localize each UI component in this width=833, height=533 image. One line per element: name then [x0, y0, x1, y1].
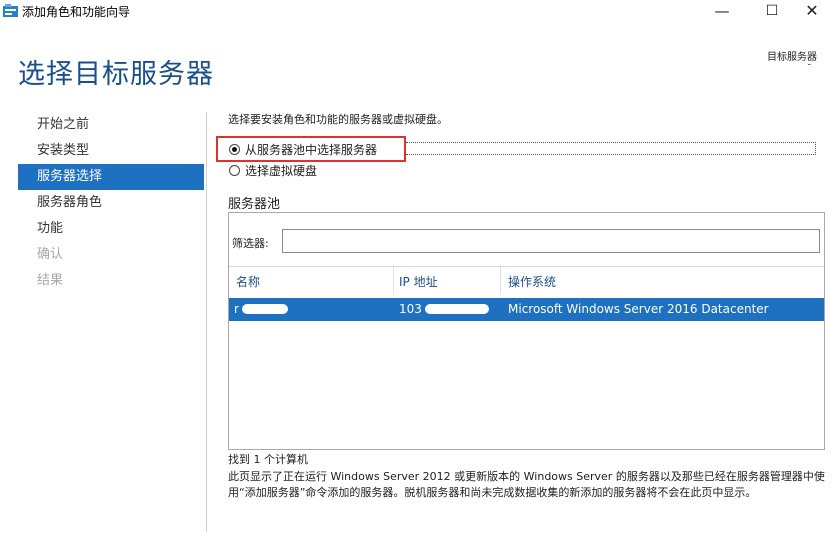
title-bar: 添加角色和功能向导 — ☐ ✕: [0, 0, 833, 26]
nav-item-server-roles[interactable]: 服务器角色: [18, 190, 204, 216]
wizard-nav: 开始之前 安装类型 服务器选择 服务器角色 功能 确认 结果: [18, 112, 204, 294]
filter-input[interactable]: [282, 229, 820, 253]
cell-ip: 103: [399, 302, 422, 316]
nav-item-features[interactable]: 功能: [18, 216, 204, 242]
radio-virtual-disk[interactable]: [229, 165, 240, 176]
description-text: 此页显示了正在运行 Windows Server 2012 或更新版本的 Win…: [228, 470, 825, 499]
table-header: 名称 IP 地址 操作系统: [229, 266, 824, 293]
nav-item-server-selection[interactable]: 服务器选择: [18, 164, 204, 190]
close-button[interactable]: ✕: [790, 0, 833, 24]
redaction-mask: [425, 304, 489, 314]
server-pool-heading: 服务器池: [228, 197, 281, 212]
filter-label: 筛选器:: [232, 237, 269, 250]
target-server-label: 目标服务器: [767, 52, 817, 63]
column-header-name[interactable]: 名称: [236, 273, 260, 290]
nav-item-confirmation: 确认: [37, 247, 64, 262]
nav-item-before-you-begin[interactable]: 开始之前: [18, 112, 204, 138]
table-row[interactable]: r 103 Microsoft Windows Server 2016 Data…: [229, 298, 824, 321]
cell-os: Microsoft Windows Server 2016 Datacenter: [508, 302, 769, 316]
column-header-os[interactable]: 操作系统: [508, 273, 556, 290]
focus-rectangle: [406, 142, 816, 155]
nav-item-installation-type[interactable]: 安装类型: [18, 138, 204, 164]
column-separator[interactable]: [393, 267, 394, 293]
window-title: 添加角色和功能向导: [22, 5, 131, 19]
maximize-button[interactable]: ☐: [750, 0, 794, 24]
intro-text: 选择要安装角色和功能的服务器或虚拟硬盘。: [228, 113, 448, 126]
nav-divider: [206, 112, 207, 532]
redaction-mask: [789, 65, 817, 72]
annotation-highlight-box: [216, 136, 406, 162]
minimize-button[interactable]: —: [700, 0, 744, 24]
found-count: 找到 1 个计算机: [228, 453, 308, 466]
page-title: 选择目标服务器: [18, 59, 214, 90]
radio-virtual-disk-label[interactable]: 选择虚拟硬盘: [245, 162, 317, 179]
nav-item-results: 结果: [37, 273, 64, 288]
column-header-ip[interactable]: IP 地址: [399, 273, 438, 290]
cell-name: r: [234, 302, 239, 316]
redaction-mask: [242, 304, 288, 314]
server-manager-icon: [3, 4, 18, 17]
column-separator[interactable]: [500, 267, 501, 293]
